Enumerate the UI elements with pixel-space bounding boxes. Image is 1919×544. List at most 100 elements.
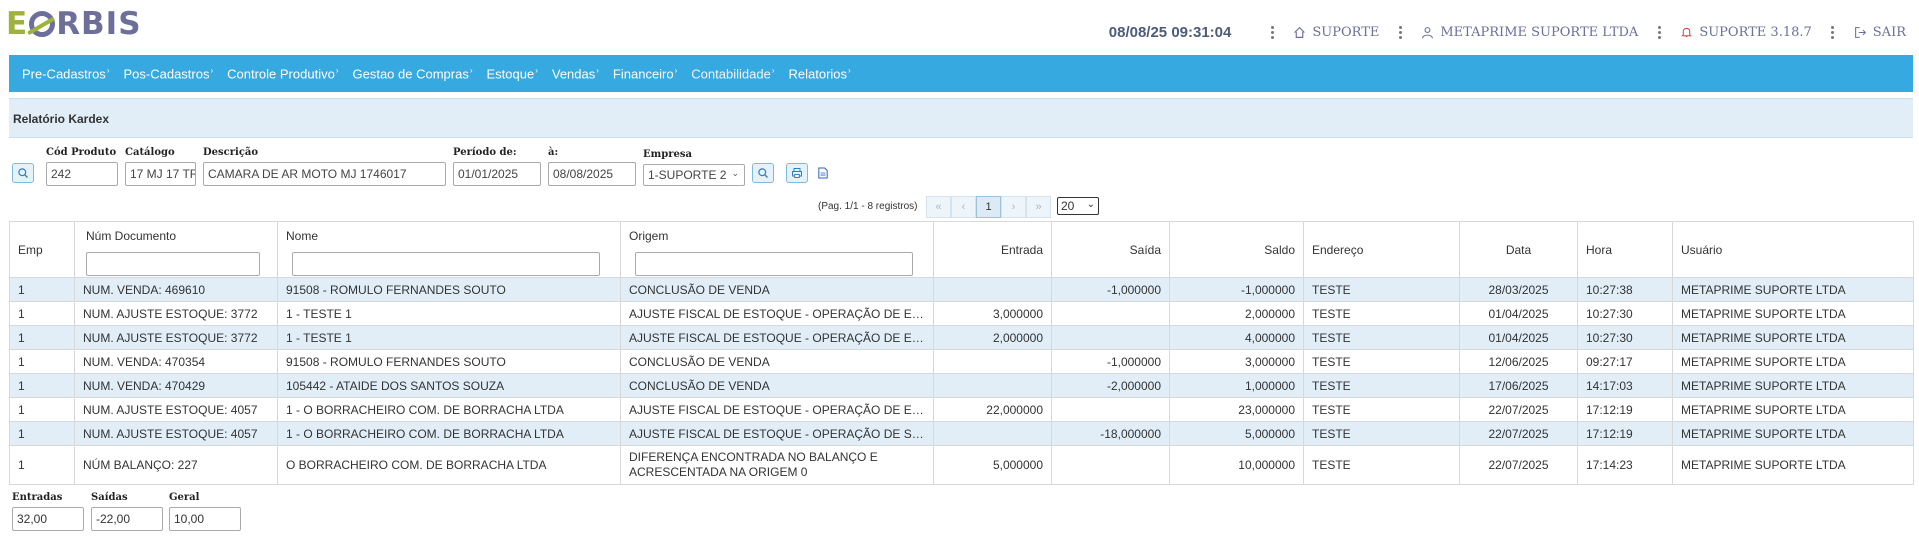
table-row[interactable]: 1 NUM. AJUSTE ESTOQUE: 4057 1 - O BORRAC… <box>9 397 1914 422</box>
cell-data: 01/04/2025 <box>1459 325 1578 350</box>
cell-num-documento: NUM. AJUSTE ESTOQUE: 3772 <box>74 325 278 350</box>
cell-num-documento: NUM. AJUSTE ESTOQUE: 4057 <box>74 397 278 422</box>
menu-item-contabilidade[interactable]: Contabilidade› <box>691 66 774 81</box>
search-button[interactable] <box>752 163 774 183</box>
print-icon <box>792 168 802 178</box>
file-export-icon <box>818 167 828 179</box>
table-row[interactable]: 1 NUM. AJUSTE ESTOQUE: 4057 1 - O BORRAC… <box>9 421 1914 446</box>
kebab-menu-icon[interactable] <box>1398 25 1402 39</box>
logout-label: SAIR <box>1872 24 1906 40</box>
periodo-ate-input[interactable]: 08/08/2025 <box>548 162 636 186</box>
table-row[interactable]: 1 NUM. VENDA: 470354 91508 - ROMULO FERN… <box>9 349 1914 374</box>
cell-saida: -1,000000 <box>1051 277 1170 302</box>
cell-emp: 1 <box>9 349 75 374</box>
chevron-down-icon: ⌄ <box>1086 199 1095 210</box>
cell-nome: 1 - O BORRACHEIRO COM. DE BORRACHA LTDA <box>277 421 621 446</box>
col-label: Origem <box>629 229 669 243</box>
cell-saldo: 23,000000 <box>1169 397 1304 422</box>
cell-entrada <box>933 277 1052 302</box>
cell-emp: 1 <box>9 421 75 446</box>
cell-nome: 91508 - ROMULO FERNANDES SOUTO <box>277 349 621 374</box>
cell-emp: 1 <box>9 277 75 302</box>
cell-usuario: METAPRIME SUPORTE LTDA <box>1672 445 1914 485</box>
geral-label: Geral <box>169 492 200 503</box>
company-label: METAPRIME SUPORTE LTDA <box>1440 24 1639 40</box>
next-page-button[interactable]: › <box>1001 196 1026 218</box>
cell-origem: CONCLUSÃO DE VENDA <box>620 349 934 374</box>
empresa-selected: 1-SUPORTE 2 <box>648 168 727 182</box>
search-product-button[interactable] <box>12 163 34 183</box>
page-size-select[interactable]: 20 ⌄ <box>1057 197 1099 215</box>
cell-saida <box>1051 397 1170 422</box>
cell-entrada: 2,000000 <box>933 325 1052 350</box>
first-page-button[interactable]: « <box>926 196 951 218</box>
cell-emp: 1 <box>9 397 75 422</box>
logout-button[interactable]: SAIR <box>1854 25 1906 40</box>
geral-total-field[interactable]: 10,00 <box>169 507 241 531</box>
menu-item-vendas[interactable]: Vendas› <box>552 66 599 81</box>
filter-nome-input[interactable] <box>292 252 600 276</box>
logout-icon <box>1854 26 1866 38</box>
col-label: Nome <box>286 229 319 243</box>
support-link[interactable]: SUPORTE <box>1293 25 1379 40</box>
entradas-total-field[interactable]: 32,00 <box>12 507 84 531</box>
col-header-entrada: Entrada <box>933 221 1052 278</box>
col-header-saida: Saída <box>1051 221 1170 278</box>
empresa-label: Empresa <box>643 149 692 160</box>
cell-nome: 1 - TESTE 1 <box>277 301 621 326</box>
menu-item-relatorios[interactable]: Relatorios› <box>788 66 850 81</box>
menu-item-financeiro[interactable]: Financeiro› <box>613 66 677 81</box>
cell-hora: 09:27:17 <box>1577 349 1673 374</box>
table-row[interactable]: 1 NUM. VENDA: 469610 91508 - ROMULO FERN… <box>9 277 1914 302</box>
menu-item-controle-produtivo[interactable]: Controle Produtivo› <box>227 66 338 81</box>
home-icon <box>1294 26 1306 38</box>
menu-item-pos-cadastros[interactable]: Pos-Cadastros› <box>123 66 213 81</box>
table-row[interactable]: 1 NUM. VENDA: 470429 105442 - ATAIDE DOS… <box>9 373 1914 398</box>
cell-endereco: TESTE <box>1303 349 1460 374</box>
table-row[interactable]: 1 NUM. AJUSTE ESTOQUE: 3772 1 - TESTE 1 … <box>9 325 1914 350</box>
cell-data: 12/06/2025 <box>1459 349 1578 374</box>
kebab-menu-icon[interactable] <box>1831 25 1835 39</box>
header-actions: 08/08/25 09:31:04 SUPORTE METAPRIME SUPO… <box>1109 22 1919 42</box>
menu-item-gestao-de-compras[interactable]: Gestao de Compras› <box>352 66 472 81</box>
catalogo-input[interactable]: 17 MJ 17 TR <box>125 162 196 186</box>
menu-item-estoque[interactable]: Estoque› <box>487 66 538 81</box>
cell-entrada: 3,000000 <box>933 301 1052 326</box>
saidas-total-field[interactable]: -22,00 <box>91 507 163 531</box>
kebab-menu-icon[interactable] <box>1270 25 1274 39</box>
table-row[interactable]: 1 NUM. AJUSTE ESTOQUE: 3772 1 - TESTE 1 … <box>9 301 1914 326</box>
cod-produto-input[interactable]: 242 <box>46 162 118 186</box>
cell-num-documento: NUM. AJUSTE ESTOQUE: 3772 <box>74 301 278 326</box>
table-header-row: Emp Núm Documento Nome Origem Entrada Sa… <box>9 221 1914 278</box>
menu-item-pre-cadastros[interactable]: Pre-Cadastros› <box>22 66 109 81</box>
company-link[interactable]: METAPRIME SUPORTE LTDA <box>1421 25 1638 40</box>
last-page-button[interactable]: » <box>1026 196 1051 218</box>
cell-data: 17/06/2025 <box>1459 373 1578 398</box>
cell-usuario: METAPRIME SUPORTE LTDA <box>1672 301 1914 326</box>
page-size-value: 20 <box>1061 199 1075 213</box>
col-header-origem: Origem <box>620 221 934 278</box>
kebab-menu-icon[interactable] <box>1657 25 1661 39</box>
cell-hora: 10:27:38 <box>1577 277 1673 302</box>
kardex-table: Emp Núm Documento Nome Origem Entrada Sa… <box>9 221 1914 485</box>
descricao-input[interactable]: CAMARA DE AR MOTO MJ 1746017 <box>203 162 446 186</box>
search-icon <box>758 168 768 178</box>
col-header-hora: Hora <box>1577 221 1673 278</box>
filter-origem-input[interactable] <box>635 252 913 276</box>
cell-saldo: 4,000000 <box>1169 325 1304 350</box>
filter-num-documento-input[interactable] <box>86 252 260 276</box>
cell-hora: 17:12:19 <box>1577 397 1673 422</box>
cell-saldo: 10,000000 <box>1169 445 1304 485</box>
periodo-de-input[interactable]: 01/01/2025 <box>453 162 541 186</box>
current-page-button[interactable]: 1 <box>976 196 1001 218</box>
empresa-select[interactable]: 1-SUPORTE 2 ⌄ <box>643 164 745 186</box>
export-button[interactable] <box>816 165 830 181</box>
cell-endereco: TESTE <box>1303 397 1460 422</box>
print-button[interactable] <box>786 163 808 183</box>
version-notifications[interactable]: SUPORTE 3.18.7 <box>1680 25 1812 40</box>
prev-page-button[interactable]: ‹ <box>951 196 976 218</box>
cell-saida <box>1051 445 1170 485</box>
table-row[interactable]: 1 NÚM BALANÇO: 227 O BORRACHEIRO COM. DE… <box>9 445 1914 485</box>
cell-nome: 105442 - ATAIDE DOS SANTOS SOUZA <box>277 373 621 398</box>
cell-usuario: METAPRIME SUPORTE LTDA <box>1672 349 1914 374</box>
